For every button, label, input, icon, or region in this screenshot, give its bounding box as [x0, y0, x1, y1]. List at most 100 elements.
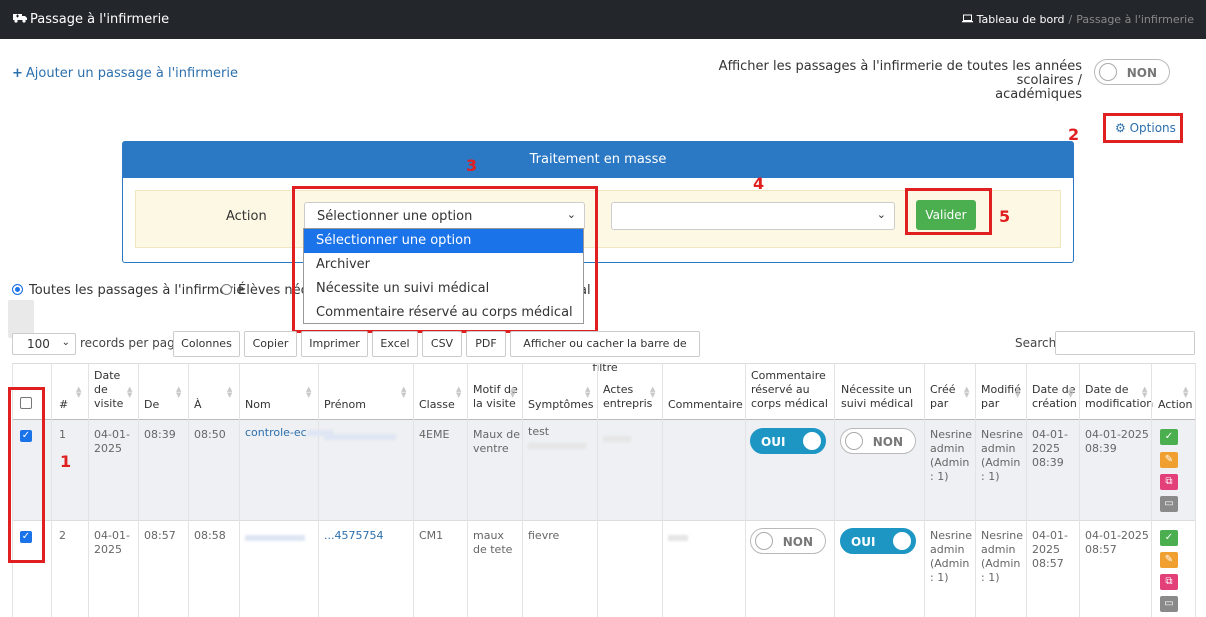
page-title-text: Passage à l'infirmerie: [30, 12, 170, 27]
suivi-toggle[interactable]: OUI: [840, 528, 916, 554]
col-divider: [188, 363, 189, 617]
sort-icon: ▲ ▼: [585, 385, 591, 399]
toggle-filter-bar-button[interactable]: Afficher ou cacher la barre de filtre: [510, 331, 700, 374]
cell-nom-link[interactable]: [245, 531, 305, 545]
add-visit-label: Ajouter un passage à l'infirmerie: [25, 66, 238, 81]
col-header-line: de: [94, 383, 108, 396]
cell-line: 04-01-2025: [1085, 428, 1149, 441]
cell-prenom-link[interactable]: ...4575754: [324, 529, 383, 543]
cell-prenom-text: ...4575754: [324, 529, 384, 542]
archive-icon[interactable]: ▭: [1160, 596, 1178, 612]
col-header-suivi[interactable]: Nécessite un suivi médical: [841, 383, 913, 411]
cell-nom-link[interactable]: controle-ec: [245, 426, 333, 440]
cell-line: Nesrine: [981, 428, 1024, 441]
comm-reserve-toggle[interactable]: OUI: [750, 428, 826, 454]
toggle-label: NON: [782, 535, 813, 549]
cell-date-modif: 04-01-2025 08:39: [1085, 428, 1149, 456]
col-divider: [138, 363, 139, 617]
cell-line: 08:39: [1085, 442, 1117, 455]
col-header-classe[interactable]: Classe: [419, 398, 455, 412]
col-header-comm-reserve[interactable]: Commentaire réservé au corps médical: [751, 369, 828, 411]
breadcrumb-current: Passage à l'infirmerie: [1076, 13, 1194, 26]
col-header-actes[interactable]: Actes entrepris: [603, 383, 652, 411]
cell-line: : 1): [930, 470, 949, 483]
col-header-action[interactable]: Action: [1158, 398, 1192, 412]
redacted-text: [668, 535, 688, 541]
copy-button[interactable]: Copier: [244, 331, 297, 357]
cell-actes: [603, 432, 631, 446]
cell-line: 08:57: [1085, 543, 1117, 556]
columns-button[interactable]: Colonnes: [173, 331, 240, 357]
secondary-select[interactable]: ⌄: [611, 202, 895, 230]
plus-icon: +: [12, 66, 23, 81]
archive-icon[interactable]: ▭: [1160, 496, 1178, 512]
search-input[interactable]: [1055, 331, 1195, 355]
action-label: Action: [226, 209, 267, 224]
filter-radio-all[interactable]: Toutes les passages à l'infirmerie: [12, 283, 244, 298]
annotation-number-1: 1: [60, 452, 72, 471]
suivi-toggle[interactable]: NON: [840, 428, 916, 454]
chevron-down-icon: ⌄: [61, 337, 70, 348]
redacted-text: [245, 535, 305, 541]
col-header-prenom[interactable]: Prénom: [324, 398, 366, 412]
col-header-line: création: [1032, 397, 1077, 410]
cell-line: (Admin: [930, 456, 970, 469]
cell-motif: Maux de ventre: [473, 428, 520, 456]
col-header-a[interactable]: À: [194, 398, 202, 412]
col-divider: [51, 363, 52, 617]
sort-icon: ▲ ▼: [76, 385, 82, 399]
edit-check-icon[interactable]: ✓: [1160, 429, 1178, 445]
col-divider: [834, 363, 835, 617]
col-header-cree-par[interactable]: Créé par: [930, 383, 956, 411]
excel-button[interactable]: Excel: [372, 331, 418, 357]
col-header-line: corps médical: [751, 397, 828, 410]
add-visit-link[interactable]: + Ajouter un passage à l'infirmerie: [12, 66, 238, 81]
col-header-num[interactable]: #: [59, 398, 68, 412]
toggle-label: OUI: [851, 535, 876, 549]
records-per-page-select[interactable]: 100 ⌄: [12, 333, 76, 355]
duplicate-icon[interactable]: ⧉: [1160, 574, 1178, 590]
col-header-de[interactable]: De: [144, 398, 159, 412]
toggle-knob: [803, 432, 821, 450]
col-header-line: suivi médical: [841, 397, 914, 410]
col-header-line: par: [981, 397, 1000, 410]
csv-button[interactable]: CSV: [422, 331, 462, 357]
col-header-nom[interactable]: Nom: [245, 398, 271, 412]
cell-line: Nesrine: [930, 428, 973, 441]
sort-icon: ▲ ▼: [227, 385, 233, 399]
comm-reserve-toggle[interactable]: NON: [750, 528, 826, 554]
cell-line: (Admin: [981, 456, 1021, 469]
breadcrumb-home[interactable]: Tableau de bord: [977, 13, 1065, 26]
cell-line: Nesrine: [930, 529, 973, 542]
show-all-years-toggle[interactable]: NON: [1094, 59, 1170, 85]
annotation-number-4: 4: [753, 174, 765, 193]
pdf-button[interactable]: PDF: [466, 331, 506, 357]
edit-check-icon[interactable]: ✓: [1160, 530, 1178, 546]
col-divider: [1151, 363, 1152, 617]
duplicate-icon[interactable]: ⧉: [1160, 474, 1178, 490]
annotation-number-3: 3: [466, 156, 478, 175]
cell-line: (Admin: [981, 557, 1021, 570]
cell-nom-text: controle-ec: [245, 426, 307, 439]
show-all-years-label: Afficher les passages à l'infirmerie de …: [700, 60, 1082, 102]
cell-line: Nesrine: [981, 529, 1024, 542]
col-header-line: entrepris: [603, 397, 653, 410]
col-divider: [522, 363, 523, 617]
edit-icon[interactable]: ✎: [1160, 552, 1178, 568]
col-header-date-visite[interactable]: Date de visite: [94, 369, 123, 411]
cell-line: 04-01-2025: [1085, 529, 1149, 542]
col-header-symptomes[interactable]: Symptômes: [528, 398, 593, 412]
col-header-commentaire[interactable]: Commentaire: [668, 398, 743, 412]
sort-icon: ▲ ▼: [1142, 385, 1148, 399]
sort-icon: ▲ ▼: [401, 385, 407, 399]
sort-icon: ▲ ▼: [1015, 385, 1021, 399]
edit-icon[interactable]: ✎: [1160, 452, 1178, 468]
toggle-knob: [755, 532, 773, 550]
cell-line: admin: [930, 442, 965, 455]
chevron-down-icon: ⌄: [876, 208, 886, 221]
toggle-label: NON: [1126, 66, 1157, 80]
cell-line: : 1): [981, 470, 1000, 483]
cell-line: (Admin: [930, 557, 970, 570]
print-button[interactable]: Imprimer: [301, 331, 368, 357]
cell-line: 04-01-: [94, 529, 130, 542]
